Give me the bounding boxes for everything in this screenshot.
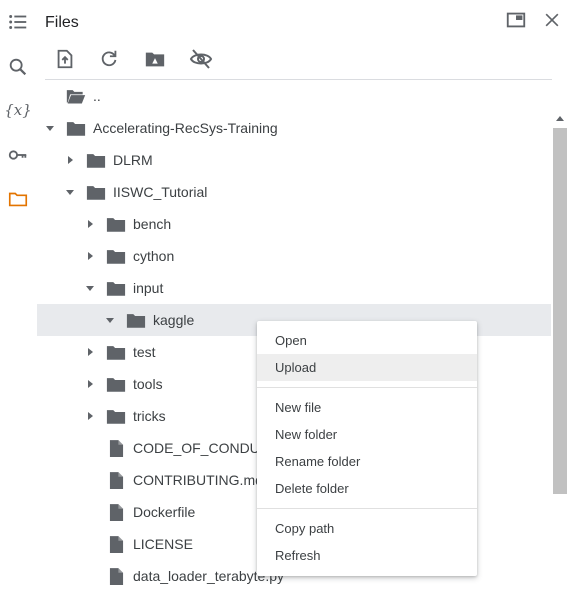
search-icon[interactable] xyxy=(4,53,32,81)
variables-label: {x} xyxy=(4,101,32,119)
tree-scrollbar[interactable] xyxy=(552,112,568,585)
folder-icon xyxy=(106,247,126,265)
menu-item-copy-path[interactable]: Copy path xyxy=(257,515,477,542)
chevron-right-icon[interactable] xyxy=(84,218,96,230)
tree-item-label: cython xyxy=(133,248,175,264)
tree-item-label: test xyxy=(133,344,156,360)
menu-item-new-folder[interactable]: New folder xyxy=(257,421,477,448)
folder-icon xyxy=(106,215,126,233)
file-icon xyxy=(106,567,126,585)
hide-icon[interactable] xyxy=(189,47,213,71)
mount-drive-icon[interactable] xyxy=(143,47,167,71)
table-of-contents-icon[interactable] xyxy=(4,8,32,36)
folder-icon xyxy=(86,151,106,169)
tree-item-label: IISWC_Tutorial xyxy=(113,184,208,200)
file-icon xyxy=(106,535,126,553)
menu-item-refresh[interactable]: Refresh xyxy=(257,542,477,569)
tree-folder-row[interactable]: cython xyxy=(37,240,551,272)
tree-folder-row[interactable]: bench xyxy=(37,208,551,240)
chevron-down-icon[interactable] xyxy=(84,282,96,294)
chevron-right-icon[interactable] xyxy=(84,378,96,390)
menu-item-new-file[interactable]: New file xyxy=(257,394,477,421)
tree-folder-row[interactable]: IISWC_Tutorial xyxy=(37,176,551,208)
variables-icon[interactable]: {x} xyxy=(4,96,32,124)
parent-directory-label: .. xyxy=(93,88,101,104)
left-rail: {x} xyxy=(0,0,37,591)
panel-title: Files xyxy=(45,14,79,31)
tree-item-label: input xyxy=(133,280,164,296)
close-icon[interactable] xyxy=(540,8,564,32)
folder-icon xyxy=(126,311,146,329)
file-icon xyxy=(106,471,126,489)
chevron-down-icon[interactable] xyxy=(64,186,76,198)
tree-item-label: tricks xyxy=(133,408,166,424)
tree-folder-row[interactable]: Accelerating-RecSys-Training xyxy=(37,112,551,144)
chevron-right-icon[interactable] xyxy=(84,346,96,358)
chevron-right-icon[interactable] xyxy=(84,410,96,422)
menu-divider xyxy=(257,508,477,509)
menu-divider xyxy=(257,387,477,388)
chevron-down-icon[interactable] xyxy=(104,314,116,326)
parent-directory-row[interactable]: .. xyxy=(37,80,551,112)
chevron-down-icon[interactable] xyxy=(44,122,56,134)
tree-item-label: LICENSE xyxy=(133,536,193,552)
context-menu: Open Upload New file New folder Rename f… xyxy=(257,321,477,576)
folder-icon xyxy=(106,343,126,361)
tree-item-label: DLRM xyxy=(113,152,153,168)
upload-icon[interactable] xyxy=(53,47,77,71)
folder-icon xyxy=(106,407,126,425)
tree-item-label: bench xyxy=(133,216,172,232)
folder-icon xyxy=(66,119,86,137)
chevron-right-icon[interactable] xyxy=(84,250,96,262)
refresh-icon[interactable] xyxy=(97,47,121,71)
folder-icon xyxy=(86,183,106,201)
file-icon xyxy=(106,503,126,521)
tree-folder-row[interactable]: input xyxy=(37,272,551,304)
scroll-up-arrow-icon[interactable] xyxy=(556,116,564,121)
key-icon[interactable] xyxy=(4,141,32,169)
folder-icon xyxy=(106,279,126,297)
menu-item-open[interactable]: Open xyxy=(257,327,477,354)
open-in-tab-icon[interactable] xyxy=(504,8,528,32)
chevron-right-icon[interactable] xyxy=(64,154,76,166)
menu-item-delete-folder[interactable]: Delete folder xyxy=(257,475,477,502)
folder-icon[interactable] xyxy=(4,185,32,213)
tree-item-label: CONTRIBUTING.md xyxy=(133,472,263,488)
scroll-thumb[interactable] xyxy=(553,128,567,494)
tree-folder-row[interactable]: DLRM xyxy=(37,144,551,176)
menu-item-rename-folder[interactable]: Rename folder xyxy=(257,448,477,475)
folder-icon xyxy=(106,375,126,393)
tree-item-label: Accelerating-RecSys-Training xyxy=(93,120,278,136)
tree-item-label: Dockerfile xyxy=(133,504,196,520)
tree-item-label: kaggle xyxy=(153,312,195,328)
open-folder-icon xyxy=(66,87,86,105)
menu-item-upload[interactable]: Upload xyxy=(257,354,477,381)
tree-item-label: tools xyxy=(133,376,163,392)
file-icon xyxy=(106,439,126,457)
